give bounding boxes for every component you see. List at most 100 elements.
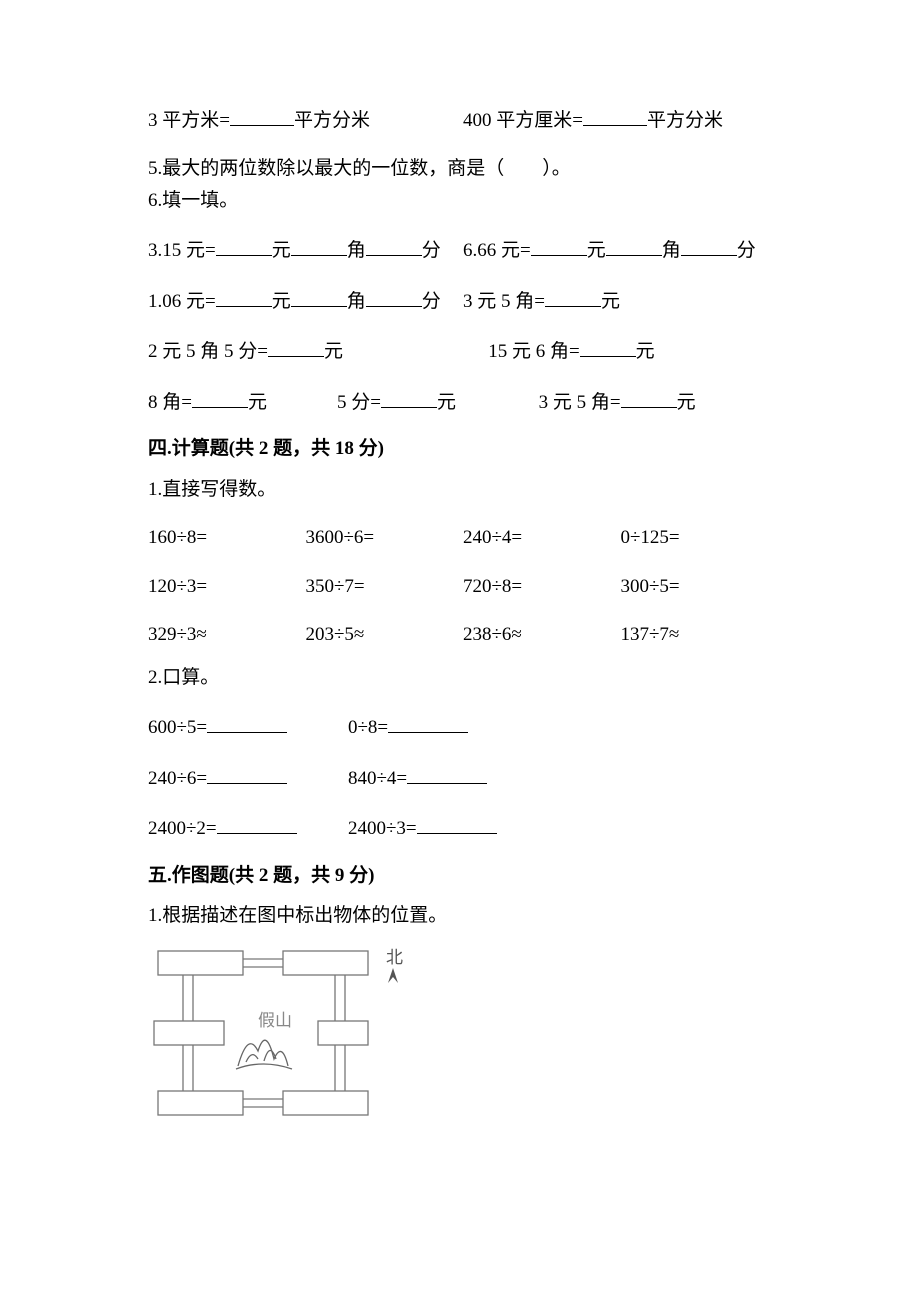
blank[interactable] (583, 105, 647, 126)
text: 2 元 5 角 5 分= (148, 341, 268, 362)
north-icon: 北 (386, 948, 403, 983)
map-figure: 北 假山 (148, 941, 408, 1141)
calc-cell: 2400÷3= (348, 813, 548, 843)
calc-cell: 240÷4= (463, 524, 621, 553)
blank[interactable] (366, 286, 422, 307)
text: 元 (636, 341, 655, 362)
blank[interactable] (192, 387, 248, 408)
calc-cell: 600÷5= (148, 712, 348, 742)
text: 元 (272, 291, 291, 312)
q6-r2a: 1.06 元= 元 角 分 (148, 286, 463, 316)
text: 元 (677, 392, 696, 413)
s4-q1-grid: 160÷8=3600÷6=240÷4=0÷125= 120÷3=350÷7=720… (148, 524, 778, 650)
text: 元 (437, 392, 456, 413)
question-4-conversions: 3 平方米= 平方分米 400 平方厘米=平方分米 (148, 105, 778, 135)
text: 角 (347, 291, 366, 312)
blank[interactable] (681, 235, 737, 256)
blank[interactable] (606, 235, 662, 256)
calc-cell: 0÷8= (348, 712, 548, 742)
calc-cell: 329÷3≈ (148, 621, 306, 650)
calc-row: 120÷3=350÷7=720÷8=300÷5= (148, 573, 778, 602)
blank[interactable] (417, 813, 497, 834)
question-6-title: 6.填一填。 (148, 187, 778, 216)
text: 5 分= (337, 392, 381, 413)
text: 3 元 5 角= (539, 392, 621, 413)
calc-row: 160÷8=3600÷6=240÷4=0÷125= (148, 524, 778, 553)
blank[interactable] (291, 286, 347, 307)
q6-r4c: 3 元 5 角= 元 (539, 387, 778, 417)
text: 元 (324, 341, 343, 362)
blank[interactable] (580, 336, 636, 357)
q4-right-post: 平方分米 (647, 110, 723, 131)
text: 600÷5= (148, 717, 207, 738)
calc-row: 329÷3≈203÷5≈238÷6≈137÷7≈ (148, 621, 778, 650)
calc-row: 2400÷2= 2400÷3= (148, 813, 778, 843)
q6-row1: 3.15 元= 元 角 分 6.66 元= 元 角 分 (148, 235, 778, 265)
blank[interactable] (207, 712, 287, 733)
text: 15 元 6 角= (488, 341, 579, 362)
blank[interactable] (621, 387, 677, 408)
calc-cell: 238÷6≈ (463, 621, 621, 650)
text: 元 (587, 240, 606, 261)
q6-r2b: 3 元 5 角= 元 (463, 286, 778, 316)
calc-cell: 240÷6= (148, 763, 348, 793)
text: 3 元 5 角= (463, 291, 545, 312)
blank[interactable] (216, 235, 272, 256)
q4-left: 3 平方米= 平方分米 (148, 105, 463, 135)
text: 8 角= (148, 392, 192, 413)
text: 元 (248, 392, 267, 413)
blank[interactable] (531, 235, 587, 256)
text: 分 (422, 291, 441, 312)
q6-r3b: 15 元 6 角= 元 (488, 336, 778, 366)
calc-row: 600÷5= 0÷8= (148, 712, 778, 742)
text: 3.15 元= (148, 240, 216, 261)
text: 0÷8= (348, 717, 388, 738)
q4-left-post: 平方分米 (294, 110, 370, 131)
s4-q2-grid: 600÷5= 0÷8= 240÷6=840÷4= 2400÷2= 2400÷3= (148, 712, 778, 843)
calc-cell: 840÷4= (348, 763, 548, 793)
s5-q1-title: 1.根据描述在图中标出物体的位置。 (148, 902, 778, 931)
question-5: 5.最大的两位数除以最大的一位数，商是（ ）。 (148, 155, 778, 184)
calc-cell: 300÷5= (621, 573, 779, 602)
calc-cell: 137÷7≈ (621, 621, 779, 650)
calc-cell: 120÷3= (148, 573, 306, 602)
blank[interactable] (207, 763, 287, 784)
section-5-title: 五.作图题(共 2 题，共 9 分) (148, 862, 778, 891)
text: 角 (662, 240, 681, 261)
blank[interactable] (545, 286, 601, 307)
text: 1.06 元= (148, 291, 216, 312)
text: 840÷4= (348, 768, 407, 789)
q4-left-pre: 3 平方米= (148, 110, 230, 131)
worksheet-page: 3 平方米= 平方分米 400 平方厘米=平方分米 5.最大的两位数除以最大的一位… (0, 0, 920, 1201)
blank[interactable] (217, 813, 297, 834)
blank[interactable] (268, 336, 324, 357)
q6-row2: 1.06 元= 元 角 分 3 元 5 角= 元 (148, 286, 778, 316)
north-label: 北 (386, 948, 403, 967)
text: 2400÷3= (348, 818, 417, 839)
text: 分 (737, 240, 756, 261)
blank[interactable] (366, 235, 422, 256)
rockery-label: 假山 (258, 1011, 292, 1030)
q6-r4b: 5 分= 元 (337, 387, 539, 417)
calc-cell: 2400÷2= (148, 813, 348, 843)
section-4-title: 四.计算题(共 2 题，共 18 分) (148, 435, 778, 464)
calc-cell: 350÷7= (306, 573, 464, 602)
calc-cell: 203÷5≈ (306, 621, 464, 650)
calc-row: 240÷6=840÷4= (148, 763, 778, 793)
q4-right: 400 平方厘米=平方分米 (463, 105, 778, 135)
text: 6.66 元= (463, 240, 531, 261)
text: 2400÷2= (148, 818, 217, 839)
text: 角 (347, 240, 366, 261)
blank[interactable] (216, 286, 272, 307)
blank[interactable] (230, 105, 294, 126)
text: 元 (601, 291, 620, 312)
q6-row3: 2 元 5 角 5 分= 元 15 元 6 角= 元 (148, 336, 778, 366)
blank[interactable] (381, 387, 437, 408)
calc-cell: 720÷8= (463, 573, 621, 602)
text: 元 (272, 240, 291, 261)
text: 分 (422, 240, 441, 261)
s4-q2-title: 2.口算。 (148, 664, 778, 693)
blank[interactable] (388, 712, 468, 733)
blank[interactable] (291, 235, 347, 256)
blank[interactable] (407, 763, 487, 784)
